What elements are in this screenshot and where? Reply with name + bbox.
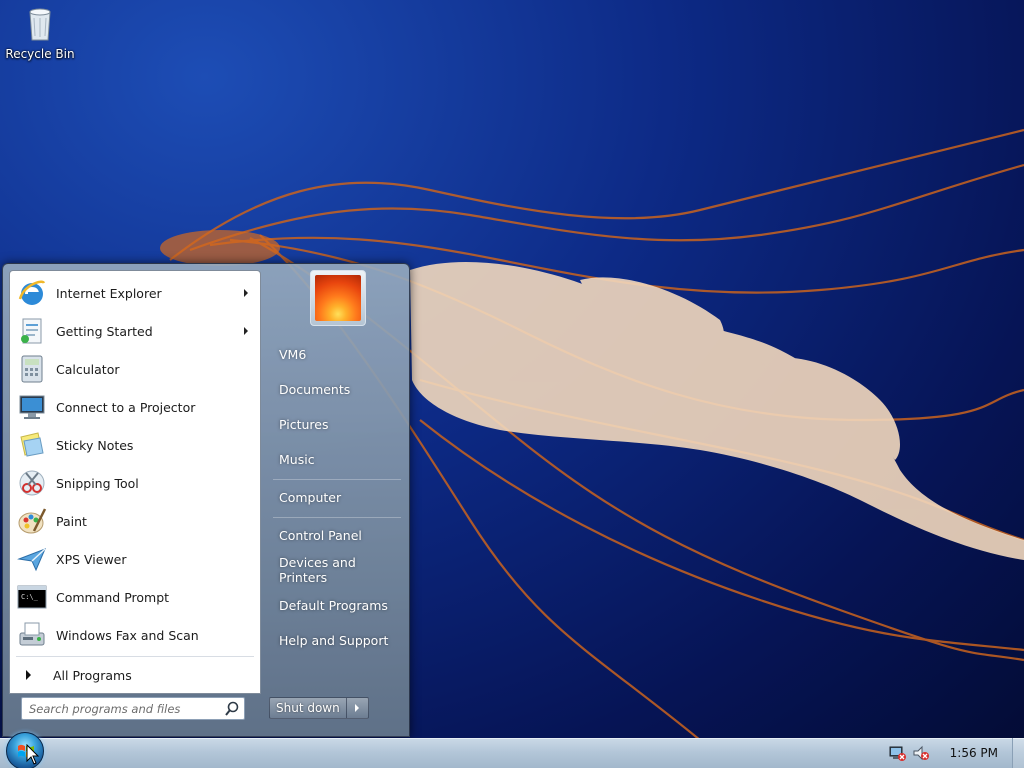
- program-snipping-tool[interactable]: Snipping Tool: [14, 465, 258, 501]
- search-box[interactable]: [21, 697, 245, 720]
- places-separator: [273, 517, 401, 518]
- place-label: Help and Support: [279, 632, 389, 648]
- place-pictures[interactable]: Pictures: [273, 411, 405, 437]
- paint-icon: [18, 508, 47, 534]
- place-label: Music: [279, 451, 315, 467]
- volume-muted-icon[interactable]: [912, 744, 930, 762]
- place-help-support[interactable]: Help and Support: [273, 627, 405, 653]
- svg-text:C:\_: C:\_: [21, 593, 39, 601]
- fax-scan-icon: [19, 622, 45, 646]
- program-label: Connect to a Projector: [56, 399, 196, 415]
- program-label: Windows Fax and Scan: [56, 627, 199, 643]
- shutdown-group: Shut down: [269, 697, 369, 719]
- program-internet-explorer[interactable]: Internet Explorer: [14, 275, 258, 311]
- start-menu: Internet Explorer Getting Started Calcul…: [2, 263, 410, 737]
- desktop-icon-recycle-bin[interactable]: Recycle Bin: [4, 4, 76, 68]
- place-computer[interactable]: Computer: [273, 484, 405, 510]
- show-desktop-button[interactable]: [1012, 738, 1024, 768]
- shutdown-button[interactable]: Shut down: [269, 697, 347, 719]
- chevron-right-icon: [355, 704, 360, 712]
- place-label: VM6: [279, 346, 307, 362]
- xps-viewer-icon: [17, 548, 46, 572]
- places-pane: VM6 Documents Pictures Music Computer Co…: [265, 264, 411, 738]
- mouse-cursor-icon: [26, 744, 40, 765]
- program-label: Sticky Notes: [56, 437, 134, 453]
- program-windows-fax-scan[interactable]: Windows Fax and Scan: [14, 617, 258, 653]
- system-tray: 1:56 PM: [888, 738, 1024, 768]
- program-paint[interactable]: Paint: [14, 503, 258, 539]
- program-label: Calculator: [56, 361, 120, 377]
- place-control-panel[interactable]: Control Panel: [273, 522, 405, 548]
- programs-pane: Internet Explorer Getting Started Calcul…: [9, 270, 261, 694]
- shutdown-options-button[interactable]: [346, 697, 369, 719]
- network-icon[interactable]: [888, 744, 906, 762]
- place-default-programs[interactable]: Default Programs: [273, 592, 405, 618]
- program-label: Internet Explorer: [56, 285, 162, 301]
- place-label: Computer: [279, 489, 342, 505]
- getting-started-icon: [21, 318, 42, 344]
- place-label: Default Programs: [279, 597, 388, 613]
- place-label: Pictures: [279, 416, 329, 432]
- desktop-icon-label: Recycle Bin: [5, 47, 75, 61]
- program-connect-projector[interactable]: Connect to a Projector: [14, 389, 258, 425]
- program-label: XPS Viewer: [56, 551, 127, 567]
- search-input[interactable]: [22, 699, 223, 718]
- places-separator: [273, 479, 401, 480]
- taskbar: [0, 738, 1024, 768]
- expand-arrow-icon: [26, 670, 31, 680]
- program-calculator[interactable]: Calculator: [14, 351, 258, 387]
- program-getting-started[interactable]: Getting Started: [14, 313, 258, 349]
- snipping-tool-icon: [19, 470, 45, 496]
- projector-icon: [19, 395, 45, 419]
- program-xps-viewer[interactable]: XPS Viewer: [14, 541, 258, 577]
- submenu-arrow-icon: [244, 327, 248, 335]
- user-picture[interactable]: [310, 270, 366, 326]
- sticky-notes-icon: [20, 432, 44, 457]
- calculator-icon: [21, 355, 43, 383]
- program-command-prompt[interactable]: C:\_ Command Prompt: [14, 579, 258, 615]
- internet-explorer-icon: [18, 280, 46, 305]
- search-icon[interactable]: [223, 700, 241, 718]
- program-label: Snipping Tool: [56, 475, 139, 491]
- command-prompt-icon: C:\_: [17, 585, 47, 609]
- clock[interactable]: 1:56 PM: [950, 746, 998, 760]
- program-label: Command Prompt: [56, 589, 170, 605]
- user-avatar: [315, 275, 361, 321]
- place-label: Control Panel: [279, 527, 362, 543]
- place-documents[interactable]: Documents: [273, 376, 405, 402]
- program-sticky-notes[interactable]: Sticky Notes: [14, 427, 258, 463]
- place-music[interactable]: Music: [273, 446, 405, 472]
- all-programs-button[interactable]: All Programs: [14, 663, 258, 687]
- place-label: Documents: [279, 381, 351, 397]
- program-label: Paint: [56, 513, 87, 529]
- recycle-bin-icon: [29, 8, 51, 41]
- place-devices-printers[interactable]: Devices and Printers: [273, 555, 405, 585]
- submenu-arrow-icon: [244, 289, 248, 297]
- place-label: Devices and Printers: [279, 555, 356, 585]
- program-label: Getting Started: [56, 323, 153, 339]
- programs-separator: [16, 656, 254, 657]
- all-programs-label: All Programs: [53, 667, 132, 683]
- place-user-folder[interactable]: VM6: [273, 341, 405, 367]
